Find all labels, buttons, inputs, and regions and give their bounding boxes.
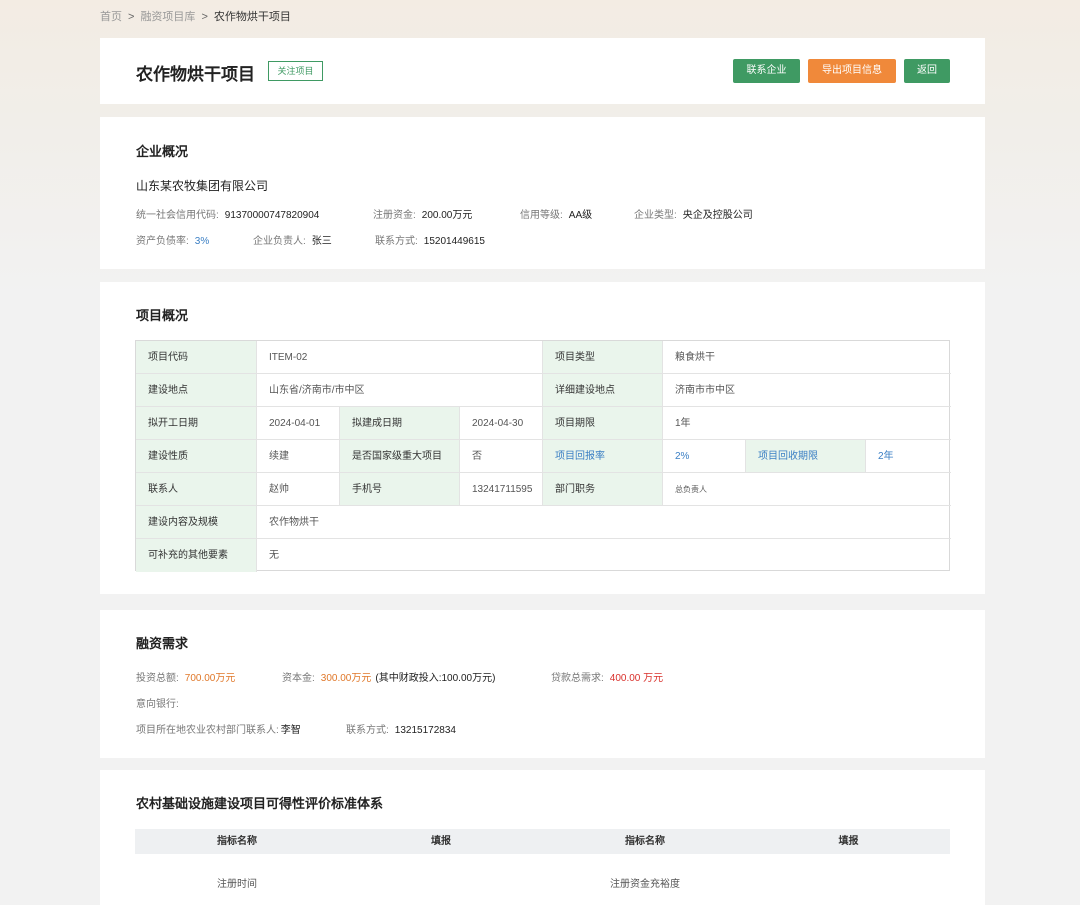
intended-bank: 意向银行: [136,699,179,710]
capital-fund: 资本金: 300.00万元 (其中财政投入:100.00万元) [282,673,496,684]
follow-project-button[interactable]: 关注项目 [268,61,323,81]
project-header: 农作物烘干项目 关注项目 联系企业 导出项目信息 返回 [100,38,985,104]
label-national-major: 是否国家级重大项目 [340,440,460,473]
value-other-elements: 无 [269,550,279,561]
evaluation-table-header: 指标名称 填报 指标名称 填报 [135,829,950,854]
label-other-elements: 可补充的其他要素 [136,539,257,572]
value-detailed-location: 济南市市中区 [663,374,951,407]
registered-capital: 注册资金: 200.00万元 [373,210,473,221]
project-info-table: 项目代码 ITEM-02 项目类型 粮食烘干 建设地点 山东省/济南市/市中区 … [135,340,951,572]
value-return-rate: 2% [663,440,746,473]
evaluation-card: 农村基础设施建设项目可得性评价标准体系 指标名称 填报 指标名称 填报 注册时间… [100,770,985,905]
financing-needs-card: 融资需求 投资总额: 700.00万元 资本金: 300.00万元 (其中财政投入:1… [100,610,985,758]
indicator-capital-adequacy: 注册资金充裕度 [610,879,680,890]
value-department-role: 总负责人 [663,473,951,506]
breadcrumb: 首页 > 融资项目库 > 农作物烘干项目 [100,8,297,24]
label-contact-person: 联系人 [136,473,257,506]
label-detailed-location: 详细建设地点 [543,374,663,407]
header-indicator-name: 指标名称 [625,836,665,847]
value-payback-period: 2年 [866,440,951,473]
total-investment: 投资总额: 700.00万元 [136,673,236,684]
local-agri-contact: 项目所在地农业农村部门联系人: 李智 [136,725,301,736]
value-project-type: 粮食烘干 [663,341,951,374]
export-project-button[interactable]: 导出项目信息 [808,59,896,83]
project-overview-card: 项目概况 项目代码 ITEM-02 项目类型 粮食烘干 建设地点 山东省/济南市… [100,282,985,594]
value-completion-date: 2024-04-30 [460,407,543,440]
company-leader: 企业负责人: 张三 [253,236,332,247]
breadcrumb-home[interactable]: 首页 [100,11,122,23]
label-build-nature: 建设性质 [136,440,257,473]
breadcrumb-project-library[interactable]: 融资项目库 [140,11,195,23]
section-title-company: 企业概况 [136,144,189,159]
value-project-term: 1年 [663,407,951,440]
value-national-major: 否 [460,440,543,473]
value-build-location: 山东省/济南市/市中区 [257,374,543,407]
label-build-content: 建设内容及规模 [136,506,257,539]
credit-code: 统一社会信用代码: 91370000747820904 [136,210,320,221]
value-project-code: ITEM-02 [257,341,543,374]
label-payback-period[interactable]: 项目回收期限 [746,440,866,473]
label-department-role: 部门职务 [543,473,663,506]
indicator-registration-time: 注册时间 [217,879,257,890]
header-fill: 填报 [431,836,451,847]
value-build-content: 农作物烘干 [257,506,951,539]
label-project-code: 项目代码 [136,341,257,374]
contact-company-button[interactable]: 联系企业 [733,59,800,83]
company-type: 企业类型: 央企及控股公司 [634,210,753,221]
label-project-term: 项目期限 [543,407,663,440]
label-build-location: 建设地点 [136,374,257,407]
label-start-date: 拟开工日期 [136,407,257,440]
local-agri-phone: 联系方式: 13215172834 [346,725,456,736]
breadcrumb-separator: > [128,11,135,23]
label-completion-date: 拟建成日期 [340,407,460,440]
page-title: 农作物烘干项目 [136,65,255,84]
label-return-rate[interactable]: 项目回报率 [543,440,663,473]
company-overview-card: 企业概况 山东某农牧集团有限公司 统一社会信用代码: 91370000747820… [100,117,985,269]
section-title-evaluation: 农村基础设施建设项目可得性评价标准体系 [136,796,384,811]
breadcrumb-current: 农作物烘干项目 [213,11,291,23]
section-title-project: 项目概况 [136,308,189,323]
header-fill: 填报 [838,836,859,847]
label-mobile: 手机号 [340,473,460,506]
section-title-finance: 融资需求 [136,636,189,651]
value-contact-person: 赵帅 [257,473,340,506]
value-start-date: 2024-04-01 [257,407,340,440]
loan-demand: 贷款总需求: 400.00 万元 [551,673,664,684]
back-button[interactable]: 返回 [904,59,950,83]
value-build-nature: 续建 [257,440,340,473]
value-mobile: 13241711595 [460,473,543,506]
debt-ratio: 资产负债率: 3% [136,236,210,247]
company-phone: 联系方式: 15201449615 [375,236,485,247]
company-name: 山东某农牧集团有限公司 [136,179,269,193]
label-project-type: 项目类型 [543,341,663,374]
header-indicator-name: 指标名称 [217,836,257,847]
credit-rating: 信用等级: AA级 [520,210,593,221]
breadcrumb-separator: > [201,11,208,23]
